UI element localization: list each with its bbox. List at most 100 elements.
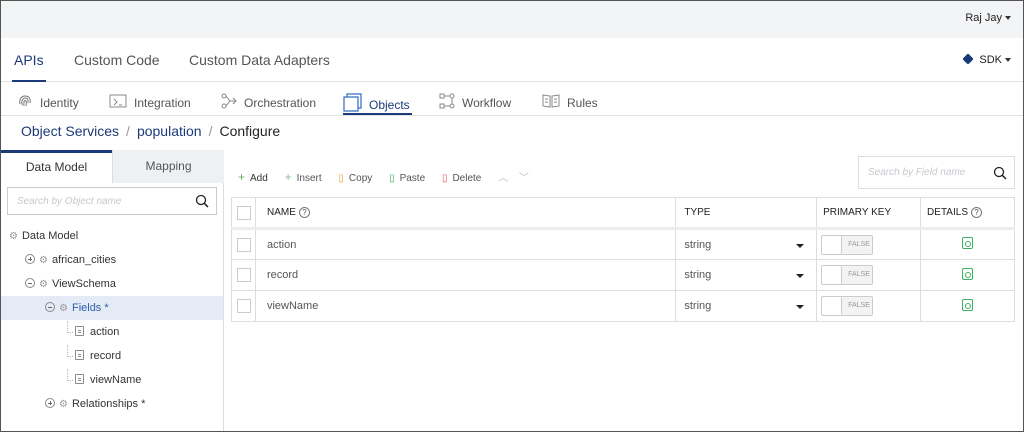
nav-integration[interactable]: Integration xyxy=(108,92,191,110)
breadcrumb-separator: / xyxy=(208,123,213,139)
tab-mapping[interactable]: Mapping xyxy=(112,150,224,183)
primary-key-toggle[interactable]: FALSE xyxy=(821,234,874,255)
insert-button[interactable]: + Insert xyxy=(285,170,322,184)
user-name: Raj Jay xyxy=(965,12,1002,24)
move-down-icon[interactable]: ﹀ xyxy=(519,169,529,184)
tree-node-field-viewname[interactable]: viewName xyxy=(1,368,223,392)
tree-node-african-cities[interactable]: ⚙ african_cities xyxy=(1,248,223,272)
breadcrumb-object-services[interactable]: Object Services xyxy=(21,123,119,139)
tree-node-relationships[interactable]: ⚙ Relationships * xyxy=(1,392,223,416)
nav-identity[interactable]: Identity xyxy=(16,92,79,110)
breadcrumb-separator: / xyxy=(126,123,130,139)
row-checkbox[interactable] xyxy=(237,268,251,282)
column-header-label: DETAILS xyxy=(927,207,968,219)
data-model-tree: ⚙ Data Model ⚙ african_cities ⚙ ViewSchema … xyxy=(1,224,223,416)
expand-icon[interactable] xyxy=(45,398,55,408)
row-select-cell xyxy=(231,227,256,260)
object-search-input[interactable] xyxy=(8,188,216,214)
gear-icon: ⚙ xyxy=(39,255,48,266)
tree-node-label: viewName xyxy=(90,374,142,386)
tree-connector xyxy=(67,369,73,381)
table-row[interactable]: viewName string FALSE xyxy=(231,290,1015,322)
orchestration-icon xyxy=(221,93,237,109)
primary-key-toggle[interactable]: FALSE xyxy=(821,296,874,316)
help-icon[interactable]: ? xyxy=(970,206,982,218)
gear-icon: ⚙ xyxy=(59,399,68,410)
gear-icon: ⚙ xyxy=(9,231,18,242)
details-icon[interactable] xyxy=(962,298,974,311)
tab-custom-data-adapters[interactable]: Custom Data Adapters xyxy=(189,52,330,68)
tree-connector xyxy=(67,345,73,357)
copy-button[interactable]: ▯ Copy xyxy=(338,173,372,184)
tree-node-field-record[interactable]: record xyxy=(1,344,223,368)
search-icon[interactable] xyxy=(195,194,209,208)
nav-workflow[interactable]: Workflow xyxy=(438,92,511,110)
details-icon[interactable] xyxy=(962,237,974,249)
nav-orchestration[interactable]: Orchestration xyxy=(220,92,316,110)
breadcrumb-population[interactable]: population xyxy=(137,123,202,139)
nav-rules-label: Rules xyxy=(567,96,598,110)
tree-node-label: ViewSchema xyxy=(51,278,116,290)
type-select[interactable]: string xyxy=(675,290,818,322)
tab-custom-code[interactable]: Custom Code xyxy=(74,52,160,68)
paste-button[interactable]: ▯ Paste xyxy=(389,173,425,184)
nav-orchestration-label: Orchestration xyxy=(244,96,317,110)
field-name-cell[interactable]: action xyxy=(254,227,677,260)
column-header-details: DETAILS? xyxy=(920,197,1015,229)
left-tabs: Data Model Mapping xyxy=(1,150,224,183)
tree-node-fields[interactable]: ⚙ Fields * xyxy=(1,296,223,320)
field-name-cell[interactable]: record xyxy=(254,259,677,291)
field-search-input[interactable] xyxy=(859,157,1014,188)
copy-icon: ▯ xyxy=(338,173,344,184)
field-icon xyxy=(75,374,84,384)
table-row[interactable]: action string FALSE xyxy=(231,227,1015,260)
primary-key-toggle[interactable]: FALSE xyxy=(821,265,874,285)
nav-rules[interactable]: Rules xyxy=(541,92,598,110)
type-value: string xyxy=(684,238,712,251)
chevron-down-icon xyxy=(1005,58,1011,63)
row-checkbox[interactable] xyxy=(237,299,251,313)
tree-node-field-action[interactable]: action xyxy=(1,320,223,344)
tree-node-viewschema[interactable]: ⚙ ViewSchema xyxy=(1,272,223,296)
fields-toolbar: + Add + Insert ▯ Copy ▯ Paste ▯ Delete ︿ ﹀ xyxy=(238,169,543,184)
tab-data-model[interactable]: Data Model xyxy=(1,150,112,183)
column-header-primary-key: PRIMARY KEY xyxy=(816,197,922,229)
tab-apis[interactable]: APIs xyxy=(12,52,46,83)
help-icon[interactable]: ? xyxy=(298,206,310,218)
delete-button[interactable]: ▯ Delete xyxy=(442,173,481,184)
type-select[interactable]: string xyxy=(675,227,818,260)
tree-node-data-model[interactable]: ⚙ Data Model xyxy=(1,224,223,248)
move-up-icon[interactable]: ︿ xyxy=(498,169,508,184)
chevron-down-icon xyxy=(1005,16,1011,21)
select-all-checkbox[interactable] xyxy=(237,205,251,220)
collapse-icon[interactable] xyxy=(45,302,55,312)
nav-identity-label: Identity xyxy=(40,96,79,110)
field-icon xyxy=(75,326,84,336)
tree-connector xyxy=(67,321,73,333)
chevron-down-icon xyxy=(796,244,805,248)
toggle-knob xyxy=(822,235,843,254)
type-select[interactable]: string xyxy=(675,259,818,291)
chevron-down-icon xyxy=(796,305,805,309)
add-button[interactable]: + Add xyxy=(238,170,268,184)
select-all-cell xyxy=(231,197,256,229)
integration-icon xyxy=(109,94,127,108)
search-icon[interactable] xyxy=(993,166,1007,180)
table-row[interactable]: record string FALSE xyxy=(231,259,1015,291)
row-checkbox[interactable] xyxy=(237,237,251,252)
tree-node-label: action xyxy=(90,326,120,338)
table-header: NAME? TYPE PRIMARY KEY DETAILS? xyxy=(231,197,1015,229)
trash-icon: ▯ xyxy=(441,173,448,184)
expand-icon[interactable] xyxy=(25,254,35,264)
field-name-cell[interactable]: viewName xyxy=(254,290,677,322)
sdk-menu[interactable]: SDK xyxy=(962,53,1011,66)
tree-node-label: Fields * xyxy=(71,302,109,314)
details-icon[interactable] xyxy=(962,267,974,280)
nav-objects[interactable]: Objects xyxy=(343,92,412,115)
user-menu[interactable]: Raj Jay xyxy=(965,12,1011,24)
plus-icon: + xyxy=(238,170,246,184)
chevron-down-icon xyxy=(796,274,805,278)
collapse-icon[interactable] xyxy=(25,278,35,288)
fingerprint-icon xyxy=(19,95,31,107)
add-label: Add xyxy=(250,173,268,184)
